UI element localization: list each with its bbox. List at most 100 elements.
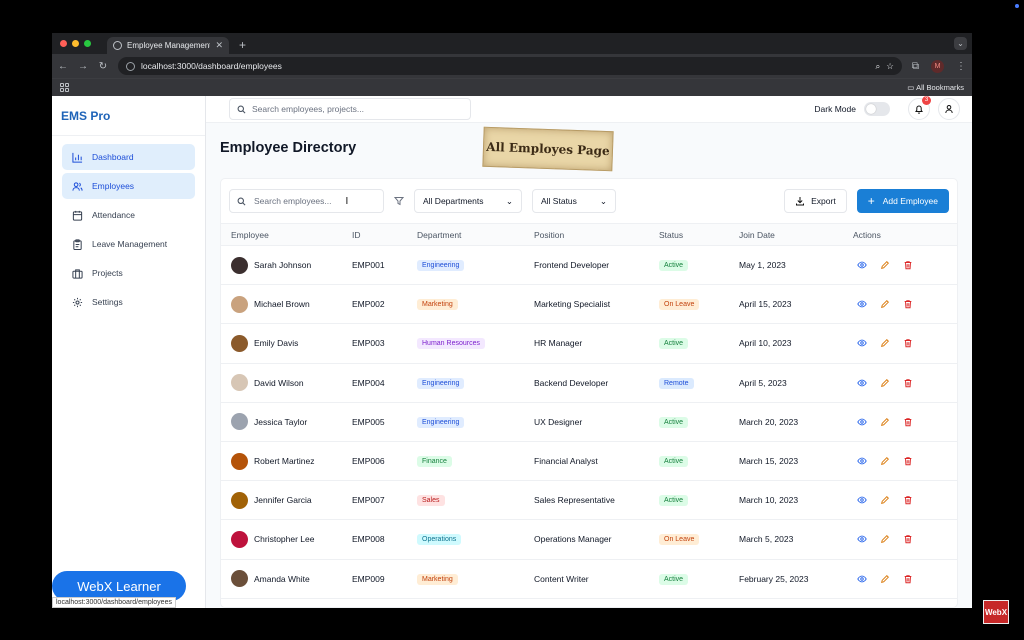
all-bookmarks[interactable]: ▭ All Bookmarks <box>907 83 964 92</box>
page-stamp-label: All Employes Page <box>482 126 614 172</box>
view-icon[interactable] <box>857 378 867 388</box>
forward-arrow-icon[interactable]: → <box>78 61 88 72</box>
table-row[interactable]: Christopher Lee EMP008 Operations Operation… <box>221 519 957 560</box>
address-url[interactable]: localhost:3000/dashboard/employees <box>141 61 869 71</box>
delete-icon[interactable] <box>903 534 913 544</box>
user-profile-button[interactable] <box>938 98 960 120</box>
department-cell: Operations <box>417 519 534 560</box>
view-icon[interactable] <box>857 534 867 544</box>
add-employee-button[interactable]: + Add Employee <box>856 189 949 213</box>
status-select[interactable]: All Status ⌄ <box>532 189 616 213</box>
join-date-cell: March 5, 2023 <box>739 519 853 560</box>
delete-icon[interactable] <box>903 456 913 466</box>
browser-menu-icon[interactable]: ⋮ <box>956 61 966 72</box>
zoom-icon[interactable]: ⌕ <box>875 61 880 72</box>
table-row[interactable]: Sarah Johnson EMP001 Engineering Frontend D… <box>221 245 957 286</box>
header-id[interactable]: ID <box>352 223 417 246</box>
address-bar[interactable]: localhost:3000/dashboard/employees ⌕ ☆ <box>118 57 902 75</box>
minimize-window-button[interactable] <box>72 40 79 47</box>
edit-icon[interactable] <box>880 534 890 544</box>
table-row[interactable]: Emily Davis EMP003 Human Resources HR Manag… <box>221 323 957 364</box>
delete-icon[interactable] <box>903 495 913 505</box>
table-row[interactable]: Jessica Taylor EMP005 Engineering UX Design… <box>221 402 957 442</box>
maximize-window-button[interactable] <box>84 40 91 47</box>
header-department[interactable]: Department <box>417 223 534 246</box>
sidebar-item-leave-management[interactable]: Leave Management <box>62 231 195 257</box>
reload-icon[interactable]: ↻ <box>98 61 108 72</box>
site-info-icon[interactable] <box>126 61 135 71</box>
browser-tabbar: Employee Management Syste ✕ + ⌄ <box>52 33 972 54</box>
bookmark-star-icon[interactable]: ☆ <box>886 61 894 72</box>
notifications-button[interactable]: 3 <box>908 96 931 120</box>
employee-cell: David Wilson <box>221 363 352 403</box>
delete-icon[interactable] <box>903 338 913 348</box>
table-row[interactable]: Jennifer Garcia EMP007 Sales Sales Represen… <box>221 480 957 521</box>
edit-icon[interactable] <box>880 417 890 427</box>
delete-icon[interactable] <box>903 260 913 270</box>
actions-cell <box>853 559 957 599</box>
avatar <box>231 295 248 313</box>
apps-grid-icon[interactable] <box>60 83 69 92</box>
status-badge: Active <box>659 338 689 350</box>
export-button[interactable]: Export <box>784 189 847 213</box>
delete-icon[interactable] <box>903 299 913 309</box>
global-search-input[interactable]: Search employees, projects... <box>229 98 471 120</box>
view-icon[interactable] <box>857 574 867 584</box>
delete-icon[interactable] <box>903 417 913 427</box>
brand-logo[interactable]: EMS Pro <box>52 96 205 136</box>
delete-icon[interactable] <box>903 574 913 584</box>
sidebar-item-projects[interactable]: Projects <box>62 260 195 286</box>
sidebar: EMS Pro Dashboard Employees Attendance L… <box>52 96 206 608</box>
filter-icon[interactable] <box>394 196 404 206</box>
table-row[interactable]: Michael Brown EMP002 Marketing Marketing Sp… <box>221 284 957 325</box>
view-icon[interactable] <box>857 456 867 466</box>
table-row[interactable]: David Wilson EMP004 Engineering Backend Dev… <box>221 363 957 403</box>
table-row[interactable]: Robert Martinez EMP006 Finance Financial An… <box>221 441 957 482</box>
browser-tab[interactable]: Employee Management Syste ✕ <box>107 37 229 54</box>
view-icon[interactable] <box>857 417 867 427</box>
view-icon[interactable] <box>857 338 867 348</box>
view-icon[interactable] <box>857 495 867 505</box>
employee-cell: Jennifer Garcia <box>221 480 352 521</box>
edit-icon[interactable] <box>880 456 890 466</box>
employee-cell: Amanda White <box>221 559 352 599</box>
dark-mode-toggle[interactable] <box>864 102 890 116</box>
tab-search-button[interactable]: ⌄ <box>954 37 967 50</box>
header-employee[interactable]: Employee <box>221 223 352 246</box>
delete-icon[interactable] <box>903 378 913 388</box>
employee-search-input[interactable]: Search employees... I <box>229 189 384 213</box>
edit-icon[interactable] <box>880 495 890 505</box>
header-position[interactable]: Position <box>534 223 659 246</box>
sidebar-item-label: Projects <box>92 268 123 278</box>
edit-icon[interactable] <box>880 378 890 388</box>
edit-icon[interactable] <box>880 260 890 270</box>
edit-icon[interactable] <box>880 299 890 309</box>
status-badge: Active <box>659 260 689 272</box>
close-window-button[interactable] <box>60 40 67 47</box>
edit-icon[interactable] <box>880 338 890 348</box>
close-tab-icon[interactable]: ✕ <box>215 40 223 51</box>
sidebar-item-settings[interactable]: Settings <box>62 289 195 315</box>
status-cell: Active <box>659 402 739 442</box>
view-icon[interactable] <box>857 299 867 309</box>
actions-cell <box>853 519 957 560</box>
extensions-icon[interactable]: ⧉ <box>912 61 919 72</box>
header-join-date[interactable]: Join Date <box>739 223 853 246</box>
sidebar-item-dashboard[interactable]: Dashboard <box>62 144 195 170</box>
edit-icon[interactable] <box>880 574 890 584</box>
back-arrow-icon[interactable]: ← <box>58 61 68 72</box>
view-icon[interactable] <box>857 260 867 270</box>
department-select[interactable]: All Departments ⌄ <box>414 189 522 213</box>
employee-id: EMP006 <box>352 441 417 482</box>
status-badge: On Leave <box>659 534 700 546</box>
sidebar-item-label: Attendance <box>92 210 136 220</box>
sidebar-item-attendance[interactable]: Attendance <box>62 202 195 228</box>
header-status[interactable]: Status <box>659 223 739 246</box>
sidebar-item-employees[interactable]: Employees <box>62 173 195 199</box>
table-header-row: Employee ID Department Position Status J… <box>221 223 957 246</box>
profile-avatar[interactable]: M <box>931 59 944 73</box>
new-tab-button[interactable]: + <box>239 37 246 54</box>
employee-id: EMP001 <box>352 245 417 286</box>
table-row[interactable]: Amanda White EMP009 Marketing Content Write… <box>221 559 957 599</box>
position-cell: Marketing Specialist <box>534 284 659 325</box>
